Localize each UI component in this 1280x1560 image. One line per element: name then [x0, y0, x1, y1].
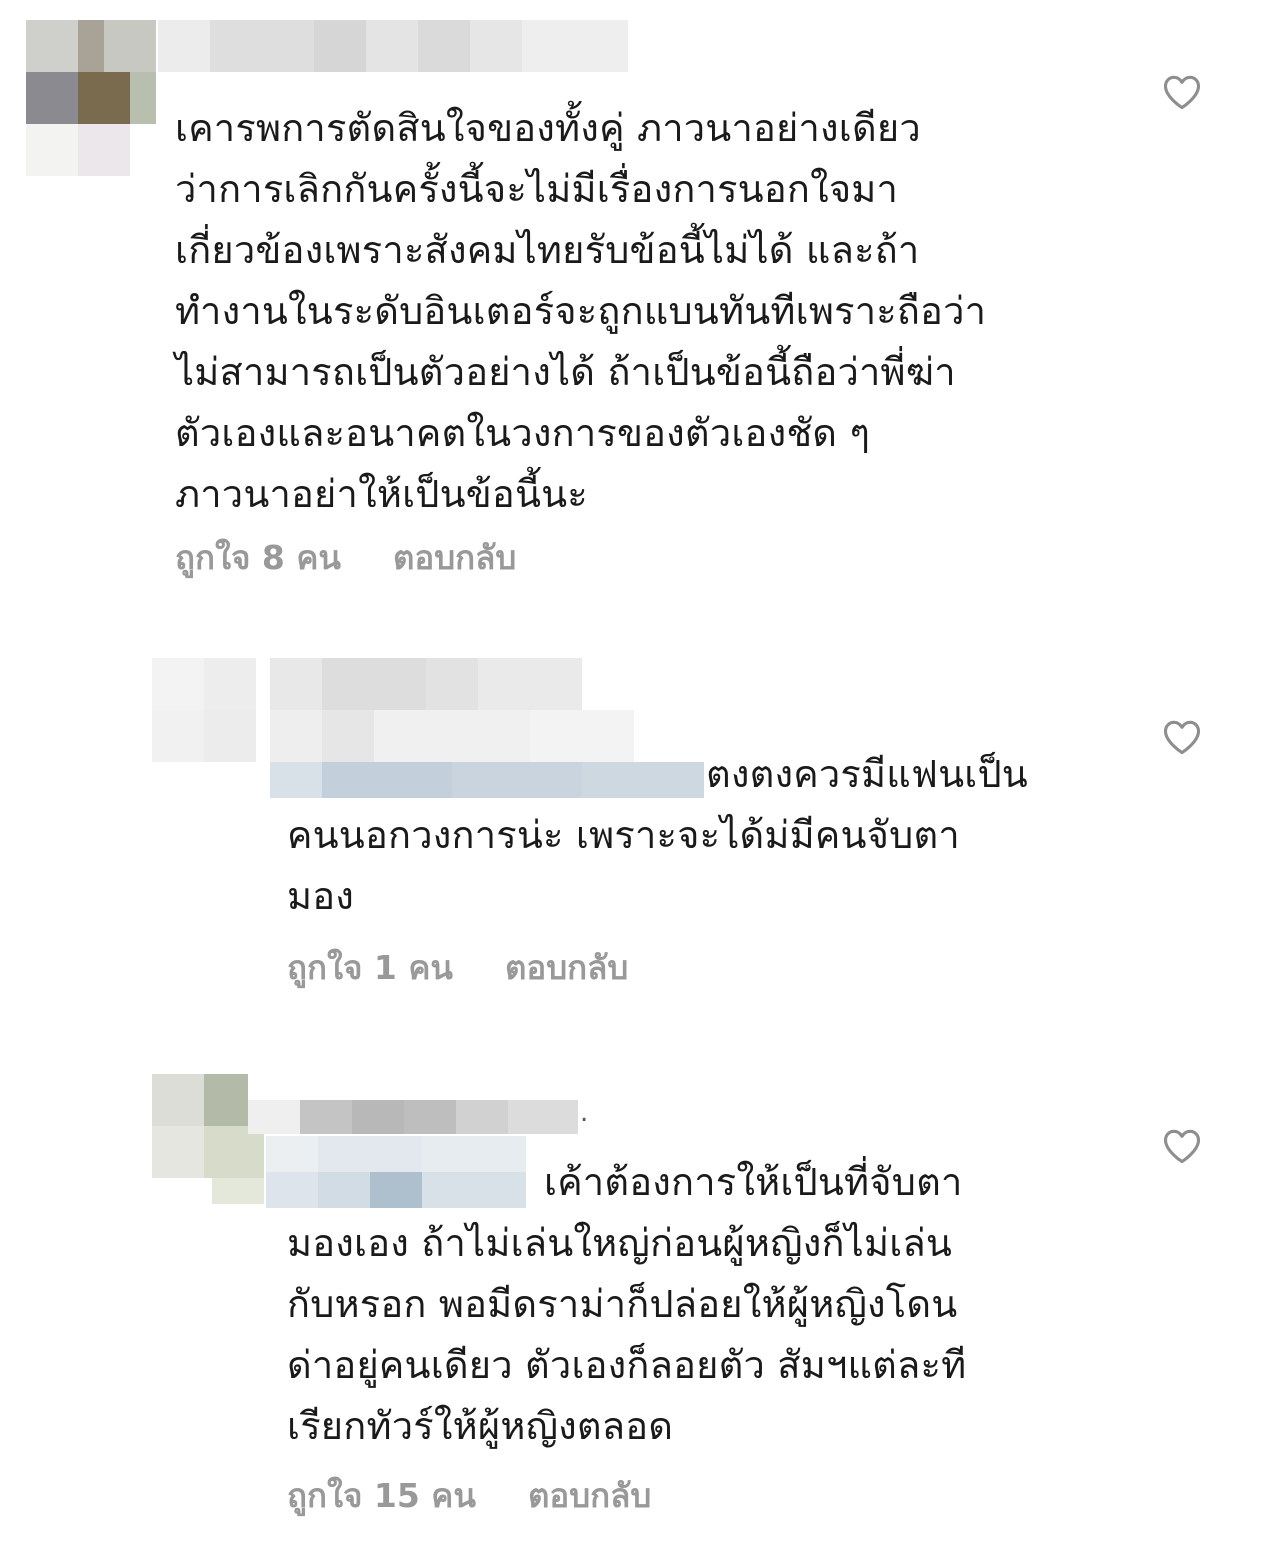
mention-blurred[interactable] — [270, 762, 704, 798]
avatar[interactable] — [26, 20, 156, 176]
like-count[interactable]: ถูกใจ 8 คน — [175, 538, 341, 577]
heart-outline-icon[interactable] — [1160, 715, 1204, 759]
comment-2: ตงตงควรมีแฟนเป็น คนนอกวงการน่ะ เพราะจะได… — [0, 600, 1280, 1020]
comment-actions: ถูกใจ 1 คน ตอบกลับ — [287, 948, 628, 988]
mention-blurred[interactable] — [266, 1136, 536, 1208]
heart-outline-icon[interactable] — [1160, 1124, 1204, 1168]
comment-text-first-line: ตงตงควรมีแฟนเป็น — [706, 752, 1028, 796]
comment-actions: ถูกใจ 15 คน ตอบกลับ — [287, 1476, 651, 1516]
comment-text: เคารพการตัดสินใจของทั้งคู่ ภาวนาอย่างเดี… — [175, 106, 987, 516]
reply-button[interactable]: ตอบกลับ — [393, 538, 516, 577]
reply-button[interactable]: ตอบกลับ — [528, 1476, 651, 1515]
reply-button[interactable]: ตอบกลับ — [505, 948, 628, 987]
comment-3: . เค้าต้องการให้เป็นที่จับตา มองเอง ถ้าไ… — [0, 1020, 1280, 1560]
heart-outline-icon[interactable] — [1160, 70, 1204, 114]
comment-1: เคารพการตัดสินใจของทั้งคู่ ภาวนาอย่างเดี… — [0, 0, 1280, 600]
avatar[interactable] — [152, 658, 256, 762]
username-tail: . — [580, 1098, 589, 1128]
username-blurred[interactable] — [158, 20, 628, 72]
like-count[interactable]: ถูกใจ 1 คน — [287, 948, 453, 987]
comment-text-first-line: เค้าต้องการให้เป็นที่จับตา — [544, 1160, 963, 1204]
like-count[interactable]: ถูกใจ 15 คน — [287, 1476, 476, 1515]
avatar[interactable] — [152, 1074, 264, 1204]
comment-text: คนนอกวงการน่ะ เพราะจะได้ม่มีคนจับตา มอง — [287, 813, 960, 918]
comment-actions: ถูกใจ 8 คน ตอบกลับ — [175, 538, 516, 578]
username-blurred[interactable] — [270, 658, 704, 762]
username-blurred[interactable] — [248, 1100, 578, 1134]
comment-text: มองเอง ถ้าไม่เล่นใหญ่ก่อนผู้หญิงก็ไม่เล่… — [287, 1221, 967, 1448]
